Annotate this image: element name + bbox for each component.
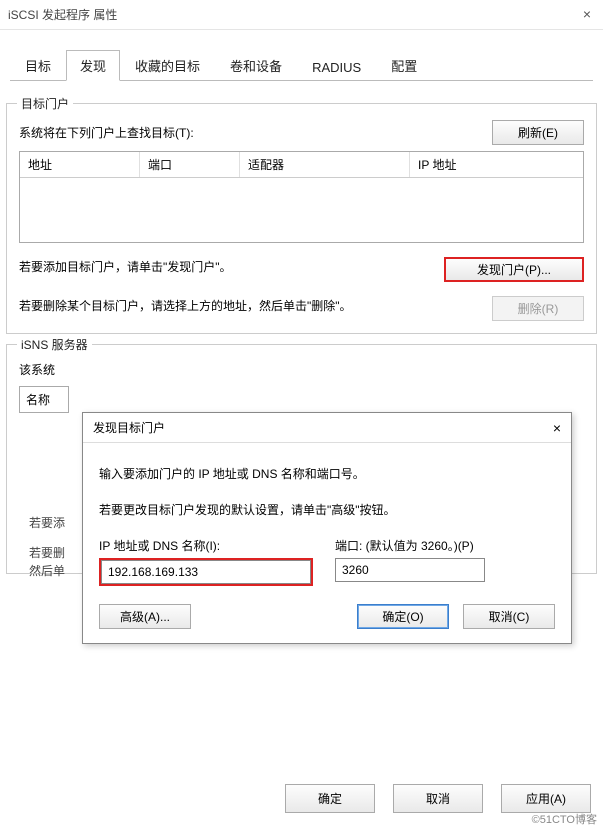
main-cancel-button[interactable]: 取消 [393,784,483,813]
ip-label: IP 地址或 DNS 名称(I): [99,537,313,554]
advanced-button[interactable]: 高级(A)... [99,604,191,629]
ip-input-highlight [99,558,313,586]
isns-group-title: iSNS 服务器 [17,336,92,353]
isns-name-col: 名称 [19,386,69,413]
target-portal-group: 目标门户 系统将在下列门户上查找目标(T): 刷新(E) 地址 端口 适配器 I… [6,103,597,334]
dialog-line2: 若要更改目标门户发现的默认设置，请单击"高级"按钮。 [99,501,555,519]
portal-table: 地址 端口 适配器 IP 地址 [19,151,584,243]
footer-buttons: 确定 取消 应用(A) [285,784,591,813]
main-apply-button[interactable]: 应用(A) [501,784,591,813]
dialog-cancel-button[interactable]: 取消(C) [463,604,555,629]
port-label: 端口: (默认值为 3260。)(P) [335,537,485,554]
window-title: iSCSI 发起程序 属性 [8,6,595,23]
portal-table-body[interactable] [20,178,583,242]
target-portal-group-title: 目标门户 [17,95,73,112]
isns-add-desc-partial: 若要添 [29,513,65,533]
dialog-ok-button[interactable]: 确定(O) [357,604,449,629]
portal-table-header: 地址 端口 适配器 IP 地址 [20,152,583,178]
isns-delete-desc-partial-2: 然后单 [29,561,65,581]
window-title-bar: iSCSI 发起程序 属性 × [0,0,603,30]
tab-config[interactable]: 配置 [376,49,432,81]
isns-registered-text: 该系统 [19,361,584,378]
tab-strip: 目标 发现 收藏的目标 卷和设备 RADIUS 配置 [10,48,593,81]
main-ok-button[interactable]: 确定 [285,784,375,813]
col-adapter[interactable]: 适配器 [240,152,410,177]
close-icon[interactable]: × [583,6,591,22]
dialog-line1: 输入要添加门户的 IP 地址或 DNS 名称和端口号。 [99,465,555,483]
tab-discover[interactable]: 发现 [66,50,120,81]
col-port[interactable]: 端口 [140,152,240,177]
dialog-close-icon[interactable]: × [553,420,561,436]
discover-portal-button[interactable]: 发现门户(P)... [444,257,584,282]
tab-target[interactable]: 目标 [10,49,66,81]
watermark: ©51CTO博客 [532,811,597,827]
col-address[interactable]: 地址 [20,152,140,177]
delete-portal-button: 删除(R) [492,296,584,321]
col-ip[interactable]: IP 地址 [410,152,583,177]
port-input[interactable] [335,558,485,582]
find-targets-text: 系统将在下列门户上查找目标(T): [19,124,194,141]
refresh-button[interactable]: 刷新(E) [492,120,584,145]
ip-input[interactable] [101,560,311,584]
discover-portal-dialog: 发现目标门户 × 输入要添加门户的 IP 地址或 DNS 名称和端口号。 若要更… [82,412,572,644]
tab-favorites[interactable]: 收藏的目标 [120,49,215,81]
tab-radius[interactable]: RADIUS [297,53,376,81]
add-portal-desc: 若要添加目标门户，请单击"发现门户"。 [19,257,444,277]
dialog-title-bar: 发现目标门户 × [83,413,571,443]
delete-portal-desc: 若要删除某个目标门户，请选择上方的地址，然后单击"删除"。 [19,296,492,316]
tab-volumes[interactable]: 卷和设备 [215,49,297,81]
dialog-title: 发现目标门户 [93,419,165,436]
